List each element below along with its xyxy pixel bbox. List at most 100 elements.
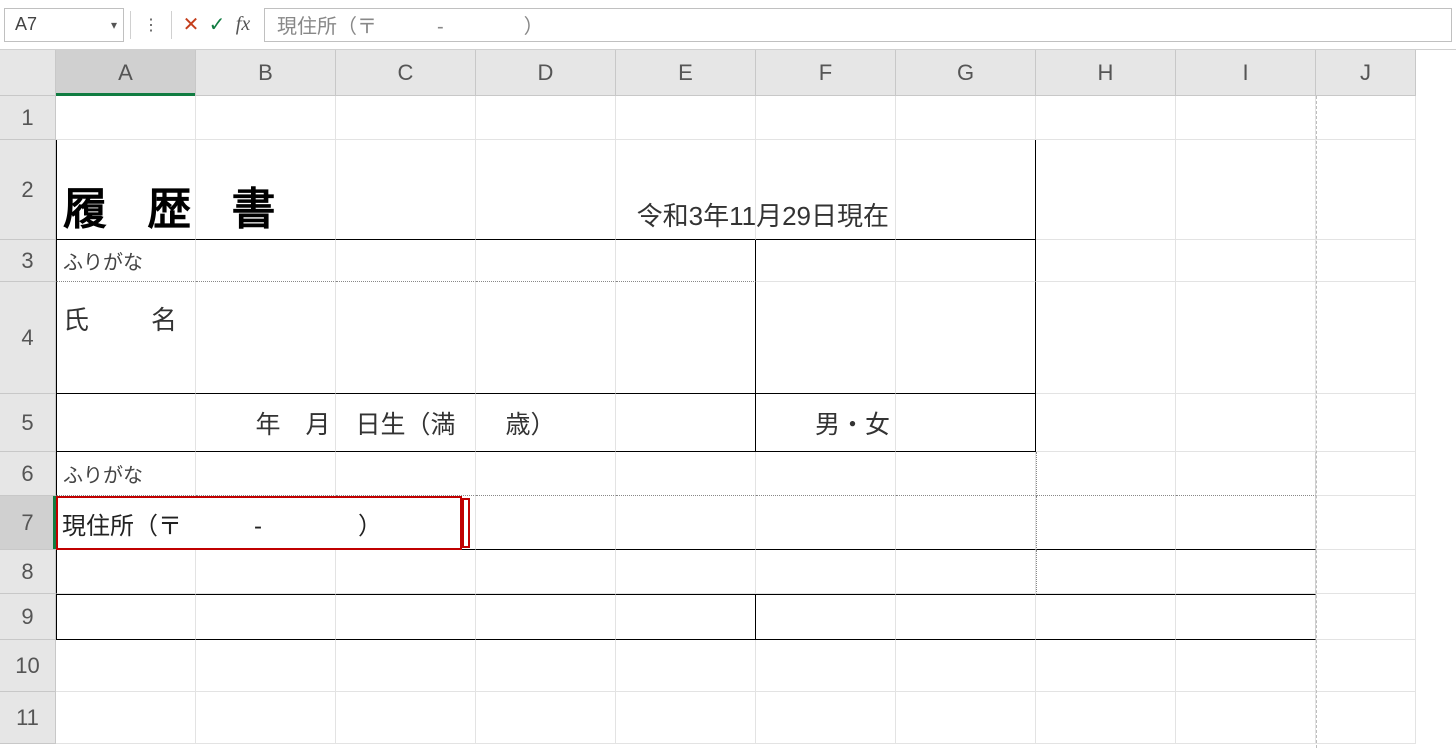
cell[interactable] (1036, 394, 1176, 452)
cell[interactable] (1036, 282, 1176, 394)
cell[interactable] (756, 240, 896, 282)
date-cell[interactable]: 令和3年11月29日現在 (756, 140, 896, 240)
cell[interactable] (1316, 452, 1416, 496)
cell[interactable] (1176, 96, 1316, 140)
cell[interactable] (1316, 240, 1416, 282)
row-header-11[interactable]: 11 (0, 692, 56, 744)
cell[interactable] (1176, 640, 1316, 692)
cell[interactable] (476, 452, 616, 496)
cell[interactable] (196, 640, 336, 692)
cell[interactable] (1316, 594, 1416, 640)
fx-button[interactable]: fx (230, 11, 256, 39)
cell[interactable] (1036, 594, 1176, 640)
cell[interactable] (896, 692, 1036, 744)
cell[interactable] (756, 282, 896, 394)
cell[interactable] (336, 692, 476, 744)
row-header-2[interactable]: 2 (0, 140, 56, 240)
cell[interactable] (1176, 394, 1316, 452)
cell[interactable] (616, 496, 756, 550)
row-header-3[interactable]: 3 (0, 240, 56, 282)
enter-button[interactable]: ✓ (204, 11, 230, 39)
cell[interactable] (336, 640, 476, 692)
cell[interactable] (1176, 452, 1316, 496)
column-header-b[interactable]: B (196, 50, 336, 96)
cell[interactable] (1036, 496, 1176, 550)
cell[interactable] (476, 282, 616, 394)
column-header-j[interactable]: J (1316, 50, 1416, 96)
cell[interactable] (56, 96, 196, 140)
select-all-corner[interactable] (0, 50, 56, 96)
cell[interactable] (1036, 692, 1176, 744)
cell[interactable] (616, 640, 756, 692)
cell[interactable] (616, 452, 756, 496)
cell[interactable] (336, 240, 476, 282)
row-header-6[interactable]: 6 (0, 452, 56, 496)
cell-edit-text[interactable]: 現住所（〒 - ） (56, 496, 462, 550)
title-cell[interactable]: 履 歴 書 (56, 140, 196, 240)
column-header-g[interactable]: G (896, 50, 1036, 96)
cell[interactable] (756, 452, 896, 496)
cell[interactable] (896, 496, 1036, 550)
cell[interactable] (476, 496, 616, 550)
cell[interactable] (896, 96, 1036, 140)
gender-cell[interactable]: 男・女 (756, 394, 896, 452)
cell[interactable] (896, 594, 1036, 640)
cell[interactable] (616, 282, 756, 394)
row-header-1[interactable]: 1 (0, 96, 56, 140)
cell[interactable] (616, 594, 756, 640)
row-header-7[interactable]: 7 (0, 496, 56, 550)
cell[interactable] (1316, 640, 1416, 692)
cell[interactable] (336, 550, 476, 594)
cell[interactable] (896, 140, 1036, 240)
furigana-cell[interactable]: ふりがな (56, 240, 196, 282)
cell[interactable] (616, 96, 756, 140)
formula-input[interactable]: 現住所（〒 - ） (264, 8, 1452, 42)
cell[interactable] (336, 452, 476, 496)
cell[interactable] (1176, 240, 1316, 282)
cell[interactable] (336, 282, 476, 394)
cell[interactable] (896, 640, 1036, 692)
cell[interactable] (196, 282, 336, 394)
cancel-button[interactable]: ✕ (178, 11, 204, 39)
cell[interactable] (896, 550, 1036, 594)
cell[interactable] (1176, 140, 1316, 240)
row-header-9[interactable]: 9 (0, 594, 56, 640)
cell[interactable] (1176, 594, 1316, 640)
cell[interactable] (196, 692, 336, 744)
cell[interactable] (1176, 692, 1316, 744)
cell[interactable] (336, 140, 476, 240)
row-header-8[interactable]: 8 (0, 550, 56, 594)
column-header-c[interactable]: C (336, 50, 476, 96)
cell[interactable] (1036, 140, 1176, 240)
cell[interactable] (1036, 96, 1176, 140)
column-header-d[interactable]: D (476, 50, 616, 96)
column-header-e[interactable]: E (616, 50, 756, 96)
cell[interactable] (476, 240, 616, 282)
cell[interactable] (196, 594, 336, 640)
cell[interactable] (756, 692, 896, 744)
row-header-4[interactable]: 4 (0, 282, 56, 394)
furigana2-cell[interactable]: ふりがな (56, 452, 196, 496)
cell[interactable] (196, 96, 336, 140)
cell[interactable] (756, 594, 896, 640)
cell[interactable] (56, 640, 196, 692)
cell[interactable] (1036, 452, 1176, 496)
column-header-i[interactable]: I (1176, 50, 1316, 96)
cell[interactable] (896, 282, 1036, 394)
cell[interactable] (1316, 550, 1416, 594)
cell[interactable] (476, 640, 616, 692)
cell[interactable] (1316, 394, 1416, 452)
cell[interactable] (1036, 240, 1176, 282)
cell[interactable] (1316, 140, 1416, 240)
cell[interactable] (1036, 550, 1176, 594)
cell[interactable] (336, 96, 476, 140)
cell[interactable] (56, 692, 196, 744)
cell[interactable] (896, 240, 1036, 282)
cell[interactable] (616, 692, 756, 744)
cell[interactable] (616, 240, 756, 282)
row-header-5[interactable]: 5 (0, 394, 56, 452)
cell[interactable] (1176, 550, 1316, 594)
cell[interactable] (756, 550, 896, 594)
cell[interactable] (476, 96, 616, 140)
dots-icon[interactable]: ⋮ (137, 15, 165, 35)
